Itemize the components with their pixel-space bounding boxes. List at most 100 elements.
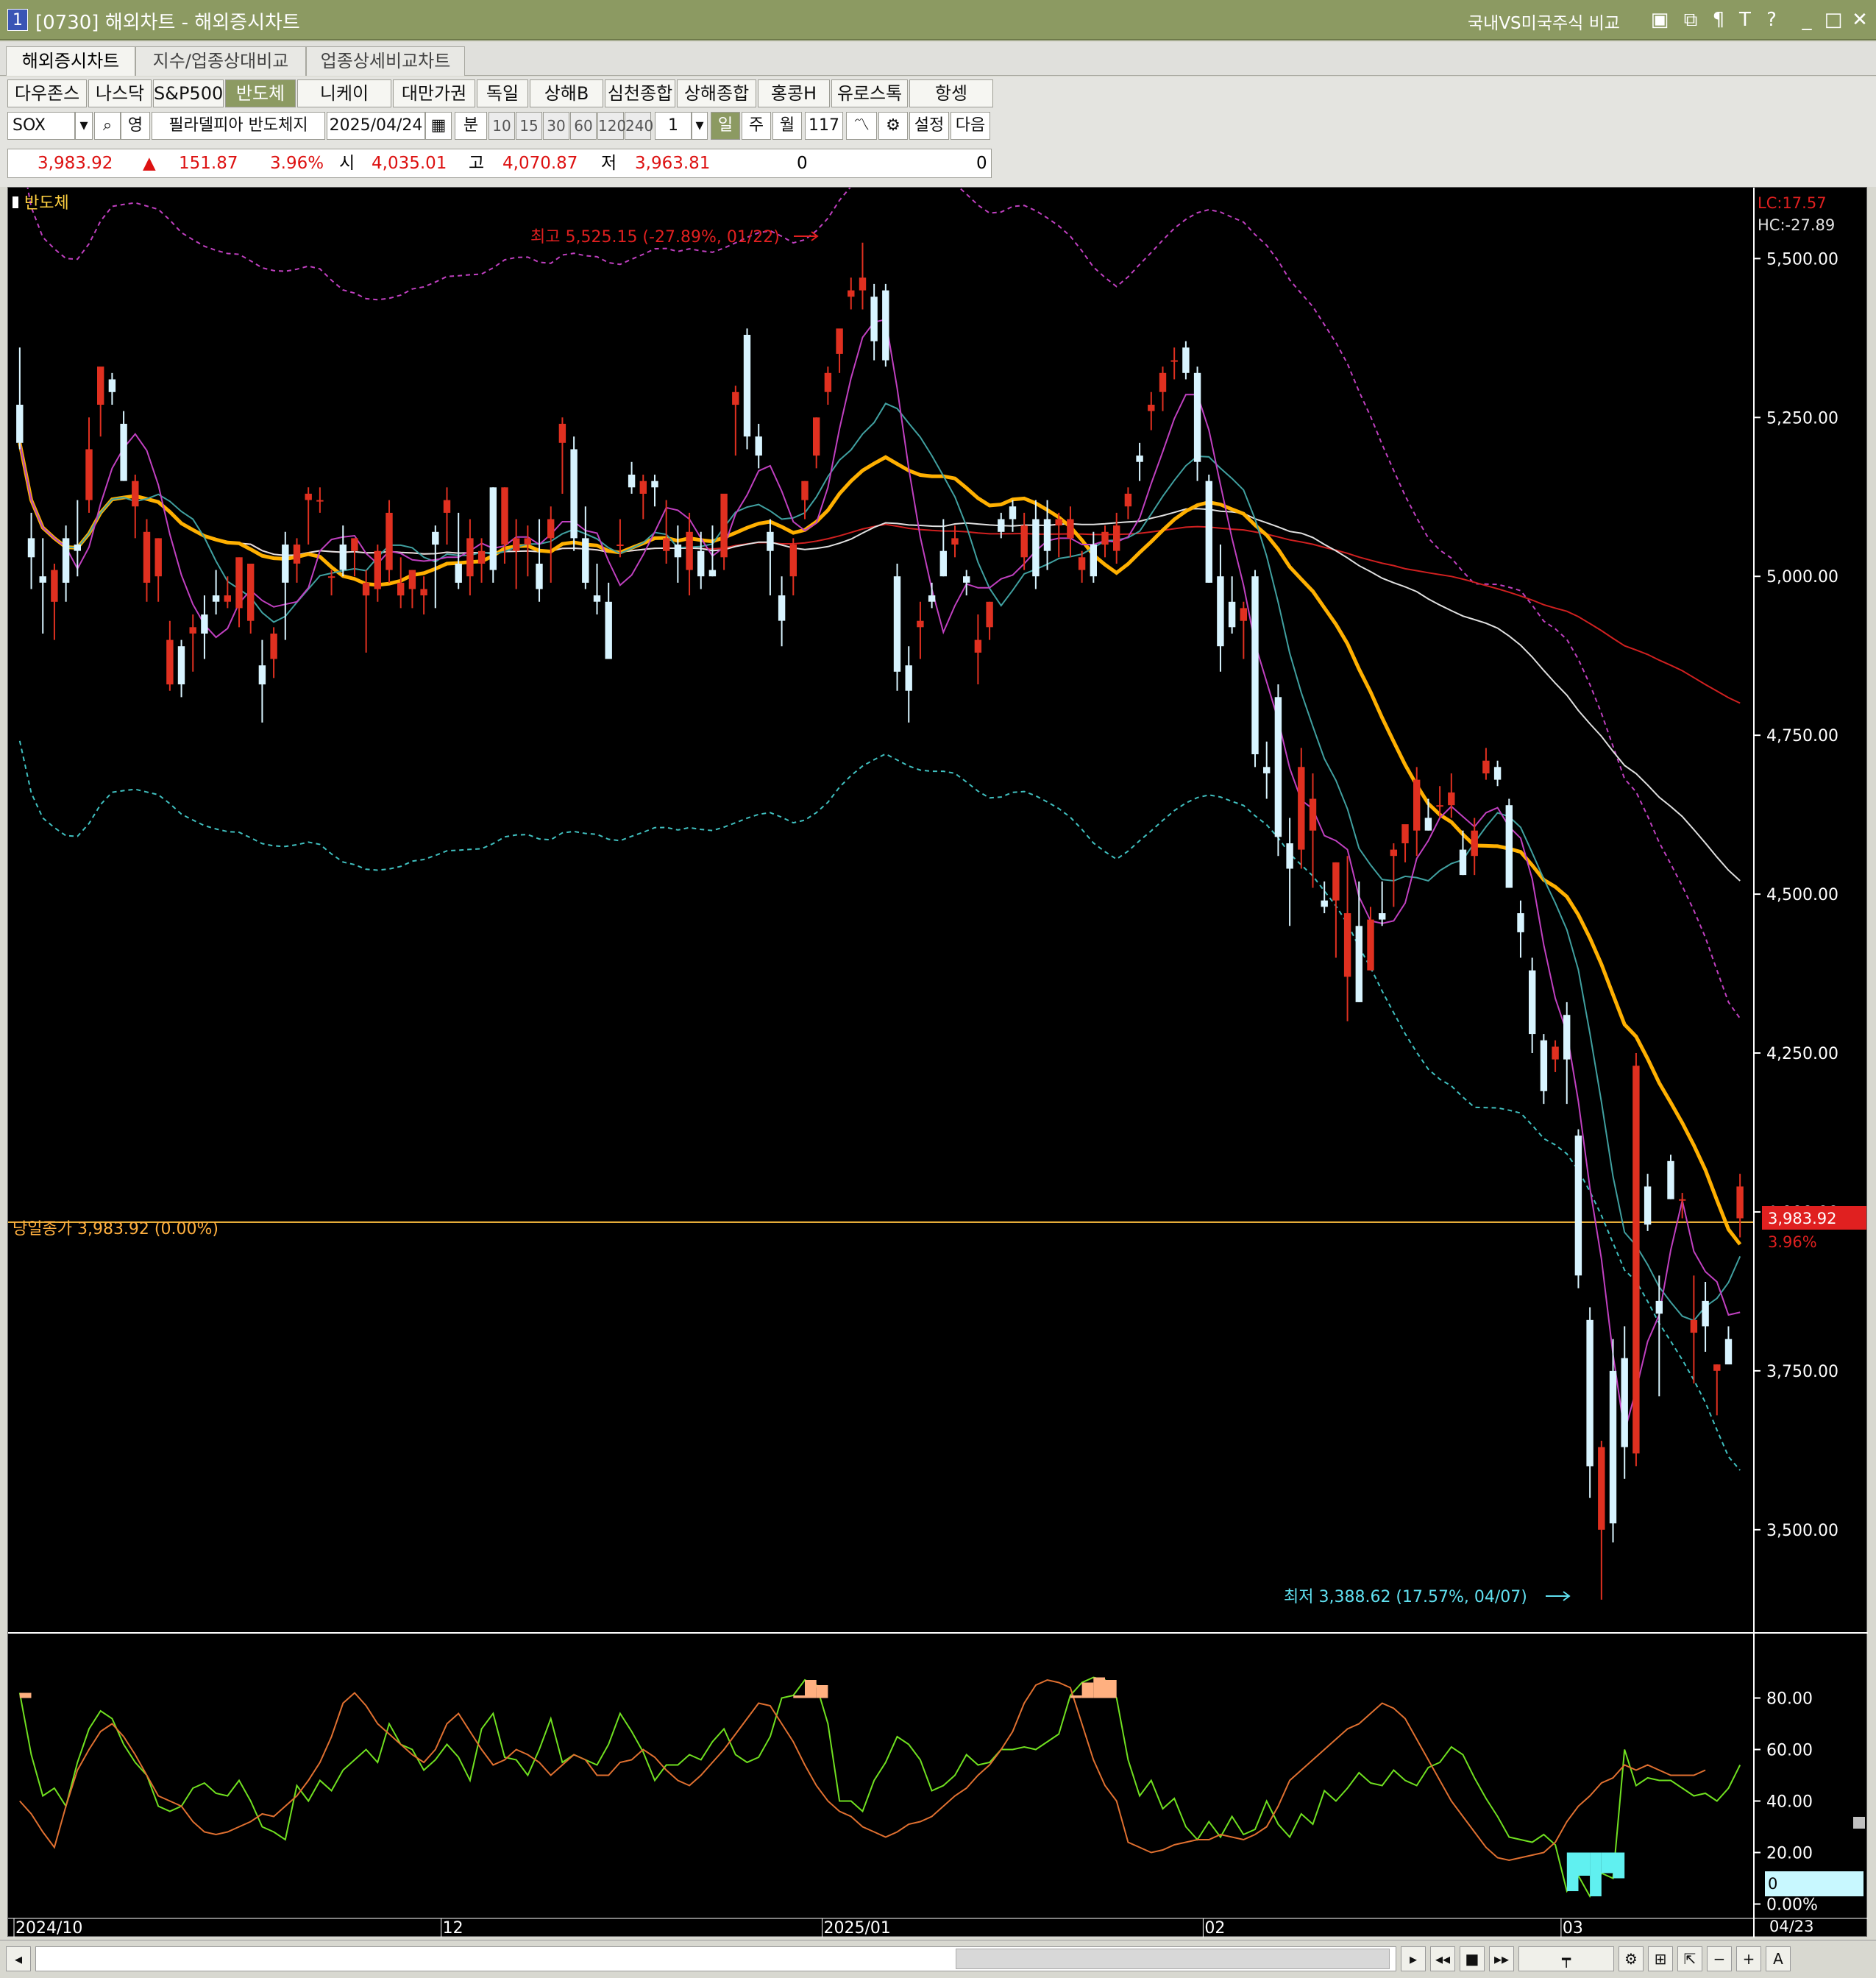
settings-button[interactable]: 설정	[909, 112, 949, 140]
tab-0[interactable]: 해외증시차트	[6, 46, 135, 76]
candle	[1193, 366, 1201, 481]
candle	[547, 506, 555, 583]
help-icon[interactable]: ?	[1760, 7, 1783, 32]
candle-body	[282, 545, 289, 583]
calendar-icon[interactable]: ▦	[425, 112, 452, 140]
period-button-2[interactable]: 월	[772, 112, 802, 140]
compare-link[interactable]: 국내VS미국주식 비교	[1468, 9, 1620, 34]
max-price-label: 최고 5,525.15 (-27.89%, 01/22)	[530, 228, 780, 247]
play-icon[interactable]: ▸	[1401, 1946, 1426, 1971]
candle-body	[1679, 1199, 1686, 1201]
candle	[1574, 1129, 1582, 1288]
market-button-6[interactable]: 독일	[477, 79, 528, 107]
market-button-5[interactable]: 대만가권	[393, 79, 475, 107]
search-icon[interactable]: ⌕	[94, 112, 121, 140]
market-button-2[interactable]: S&P500	[153, 79, 224, 107]
candle	[1724, 1326, 1733, 1365]
text-size-icon[interactable]: T	[1733, 7, 1757, 32]
scroll-track[interactable]	[35, 1946, 1396, 1971]
indicator-icon[interactable]: 〽	[846, 112, 877, 140]
candle-body	[408, 570, 416, 589]
candle-body	[258, 665, 266, 685]
market-button-1[interactable]: 나스닥	[88, 79, 152, 107]
candle	[201, 595, 208, 659]
interval-button-15[interactable]: 15	[516, 112, 542, 140]
ma10-line	[18, 403, 1741, 1322]
close-icon[interactable]: ✕	[1848, 7, 1872, 32]
forward-icon[interactable]: ▸▸	[1489, 1946, 1514, 1971]
candle-body	[455, 564, 462, 583]
chevron-down-icon[interactable]: ▾	[75, 112, 93, 140]
candle-body	[120, 423, 127, 481]
date-input[interactable]: 2025/04/24	[327, 112, 425, 140]
tab-1[interactable]: 지수/업종상대비교	[135, 46, 306, 76]
zoom-out-icon[interactable]: −	[1707, 1946, 1732, 1971]
candle	[293, 538, 301, 583]
market-button-3[interactable]: 반도체	[225, 79, 296, 107]
market-button-9[interactable]: 상해종합	[677, 79, 756, 107]
period-button-0[interactable]: 일	[711, 112, 740, 140]
interval-button-60[interactable]: 60	[570, 112, 597, 140]
scroll-left-icon[interactable]: ◂	[6, 1946, 31, 1971]
candle	[813, 417, 820, 469]
restore-window-icon[interactable]: ▣	[1648, 7, 1671, 32]
candle-body	[1182, 347, 1190, 373]
candle-body	[443, 500, 451, 513]
market-button-8[interactable]: 심천종합	[605, 79, 675, 107]
market-button-10[interactable]: 홍콩H	[758, 79, 830, 107]
stop-icon[interactable]: ■	[1460, 1946, 1485, 1971]
maximize-icon[interactable]: □	[1822, 7, 1845, 32]
scroll-thumb[interactable]	[956, 1949, 1390, 1969]
candle-body	[870, 297, 878, 341]
zoom-in-icon[interactable]: +	[1736, 1946, 1761, 1971]
symbol-input[interactable]: SOX	[7, 112, 75, 140]
zoom-slider-icon[interactable]: ┯	[1518, 1946, 1614, 1971]
price-tick-label: 5,250.00	[1766, 409, 1838, 428]
market-button-11[interactable]: 유로스톡	[831, 79, 908, 107]
interval-button-30[interactable]: 30	[543, 112, 569, 140]
count-input[interactable]: 1	[655, 112, 692, 140]
gear-icon[interactable]: ⚙	[878, 112, 908, 140]
toggle-icon[interactable]: ⇱	[1677, 1946, 1702, 1971]
reset-icon[interactable]: ⊞	[1648, 1946, 1673, 1971]
candle	[928, 582, 936, 609]
candle-body	[1332, 862, 1340, 901]
overbought-fill	[793, 1695, 805, 1698]
candle-body	[1159, 372, 1167, 392]
low-value: 3,963.81	[635, 154, 711, 173]
cycle-icon[interactable]: ⚙	[1619, 1946, 1644, 1971]
auto-icon[interactable]: A	[1766, 1946, 1791, 1971]
interval-button-10[interactable]: 10	[488, 112, 515, 140]
bars-input[interactable]: 117	[805, 112, 843, 140]
interval-button-240[interactable]: 240	[625, 112, 653, 140]
cascade-icon[interactable]: ⧉	[1679, 7, 1702, 32]
osc-close-icon[interactable]	[1853, 1817, 1865, 1829]
pin-icon[interactable]: ¶	[1707, 7, 1730, 32]
market-button-7[interactable]: 상해B	[530, 79, 603, 107]
minimize-icon[interactable]: _	[1795, 7, 1819, 32]
market-button-4[interactable]: 니케이	[297, 79, 391, 107]
candle-body	[420, 589, 427, 596]
chart-canvas[interactable]: 5,500.00 5,250.00 5,000.00 4,750.00 4,500.00…	[8, 188, 1868, 1938]
market-button-0[interactable]: 다우존스	[7, 79, 87, 107]
tab-2[interactable]: 업종상세비교차트	[306, 46, 465, 76]
candle	[374, 545, 381, 602]
candle-body	[1321, 900, 1328, 907]
overbought-fill	[1070, 1695, 1082, 1698]
date-tick-label: 2024/10	[15, 1919, 82, 1938]
candle	[1124, 487, 1132, 520]
next-button[interactable]: 다음	[951, 112, 990, 140]
eng-toggle[interactable]: 영	[121, 112, 150, 140]
period-button-1[interactable]: 주	[742, 112, 771, 140]
candle	[1540, 1034, 1548, 1105]
market-button-12[interactable]: 항셍	[909, 79, 993, 107]
minute-button[interactable]: 분	[455, 112, 487, 140]
count-dropdown-icon[interactable]: ▾	[692, 112, 708, 140]
chart-area[interactable]: 5,500.00 5,250.00 5,000.00 4,750.00 4,500.00…	[7, 187, 1868, 1938]
rewind-icon[interactable]: ◂◂	[1430, 1946, 1455, 1971]
interval-button-120[interactable]: 120	[597, 112, 626, 140]
candle	[1309, 773, 1317, 888]
app-icon[interactable]: 1	[7, 9, 28, 31]
candle	[1517, 900, 1524, 958]
candle	[558, 417, 566, 494]
